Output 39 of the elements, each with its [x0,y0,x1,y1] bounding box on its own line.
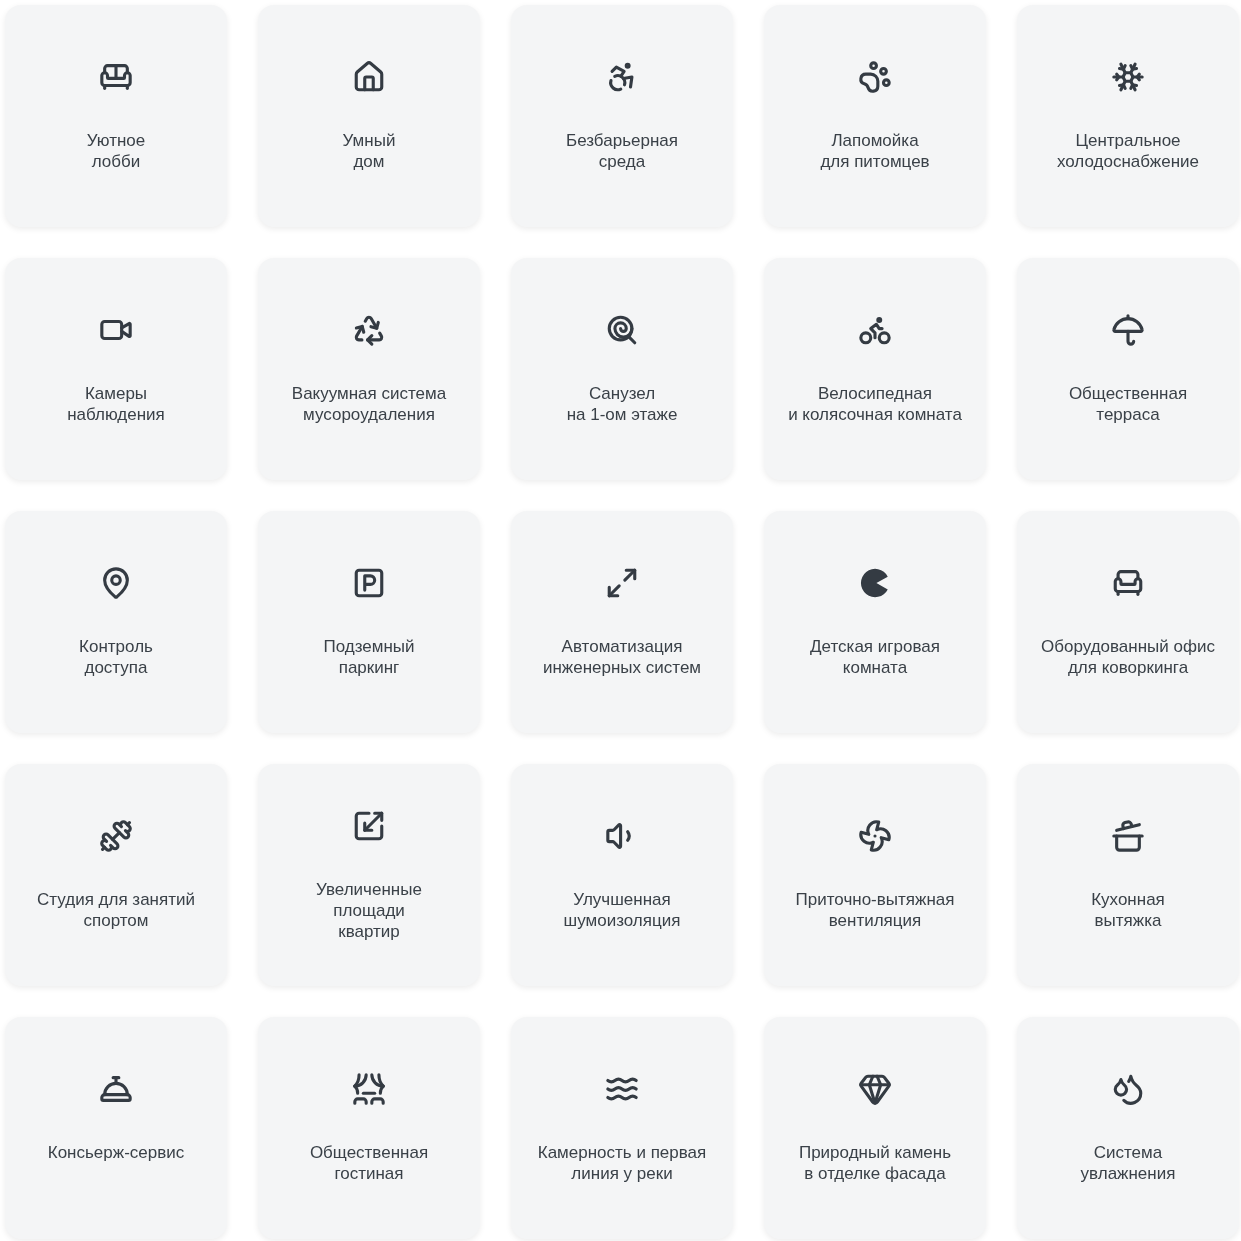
feature-label: Велосипедная и колясочная комната [788,383,962,425]
feature-label: Лапомойка для питомцев [820,130,930,172]
feature-label: Общественная гостиная [309,1142,429,1184]
feature-label: Кухонная вытяжка [1091,889,1165,931]
feature-label: Контроль доступа [79,636,153,678]
paw-icon [858,60,892,94]
feature-label: Центральное холодоснабжение [1057,130,1199,172]
lollipop-icon [605,313,639,347]
fan-icon [858,819,892,853]
feature-label: Безбарьерная среда [566,130,678,172]
feature-label: Оборудованный офис для коворкинга [1041,636,1215,678]
feature-label: Камеры наблюдения [67,383,165,425]
feature-label: Вакуумная система мусороудаления [291,383,447,425]
theater-icon [352,1072,386,1106]
feature-label: Автоматизация инженерных систем [542,636,702,678]
feature-label: Санузел на 1-ом этаже [566,383,678,425]
snowflake-icon [1111,60,1145,94]
feature-label: Приточно-вытяжная вентиляция [795,889,955,931]
dumbbell-icon [99,819,133,853]
feature-label: Улучшенная шумоизоляция [563,889,681,931]
feature-label: Природный камень в отделке фасада [798,1142,952,1184]
cooking-pot-icon [1111,819,1145,853]
recycle-icon [352,313,386,347]
feature-label: Детская игровая комната [810,636,940,678]
parking-icon [352,566,386,600]
feature-label: Увеличенные площади квартир [316,878,422,942]
feature-label: Умный дом [342,130,396,172]
feature-label: Камерность и первая линия у реки [537,1142,707,1184]
feature-label: Студия для занятий спортом [37,889,195,931]
gem-icon [858,1072,892,1106]
feature-label: Подземный паркинг [323,636,415,678]
umbrella-icon [1111,313,1145,347]
droplets-icon [1111,1072,1145,1106]
feature-label: Система увлажнения [1080,1142,1176,1184]
house-icon [352,60,386,94]
expand-arrows-icon [605,566,639,600]
feature-label: Общественная терраса [1068,383,1188,425]
feature-label: Консьерж-сервис [47,1142,185,1164]
feature-label: Уютное лобби [86,130,146,172]
